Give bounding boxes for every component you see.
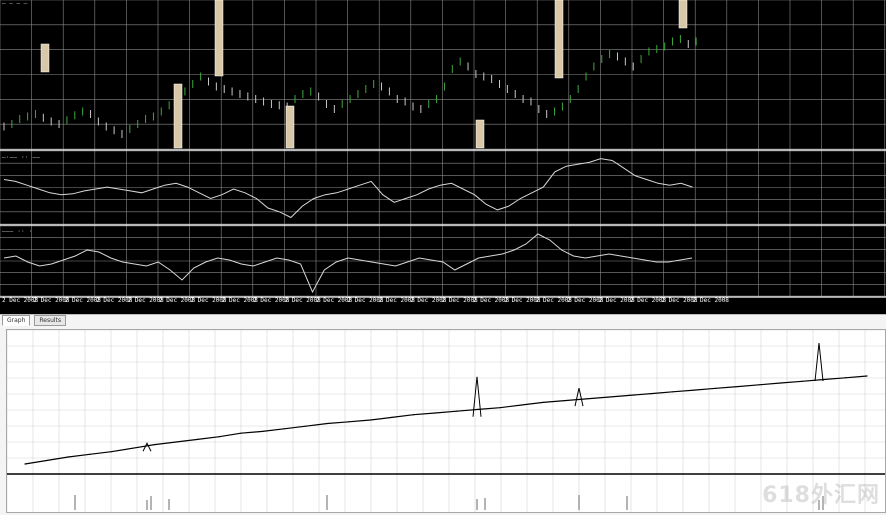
balance-graph-canvas — [7, 330, 885, 512]
time-axis: 2 Dec 2008 2 Dec 2008 2 Dec 2008 2 Dec 2008… — [0, 297, 886, 307]
indicator-2-line — [3, 233, 693, 294]
price-chart-canvas[interactable] — [0, 0, 886, 314]
equity-spike — [142, 442, 152, 452]
equity-spike — [472, 376, 482, 417]
strategy-tester-panel: Graph Results 618外汇网 — [0, 314, 886, 515]
balance-graph — [6, 329, 886, 513]
trade-marker — [554, 0, 564, 79]
indicator-1-label: —·—— ·· —— — [2, 154, 41, 161]
trade-marker — [173, 83, 183, 149]
tab-graph[interactable]: Graph — [2, 315, 31, 326]
tab-results[interactable]: Results — [34, 315, 67, 326]
watermark-logo: 618外汇网 — [762, 483, 880, 508]
screen: — — — — —·—— ·· —— ——— ·· · 2 Dec 2008 2 … — [0, 0, 886, 515]
trade-marker — [678, 0, 688, 29]
price-chart-window[interactable]: — — — — —·—— ·· —— ——— ·· · 2 Dec 2008 2 … — [0, 0, 886, 314]
indicator-1-line — [3, 158, 693, 219]
time-axis-label: 2 Dec 2008 — [692, 297, 729, 304]
trade-marker — [475, 119, 485, 149]
trade-marker — [40, 43, 50, 73]
indicator-2-label: ——— ·· · — [2, 228, 33, 235]
trade-marker — [285, 105, 295, 149]
tester-tabs: Graph Results — [2, 315, 67, 326]
trade-marker — [214, 0, 224, 77]
